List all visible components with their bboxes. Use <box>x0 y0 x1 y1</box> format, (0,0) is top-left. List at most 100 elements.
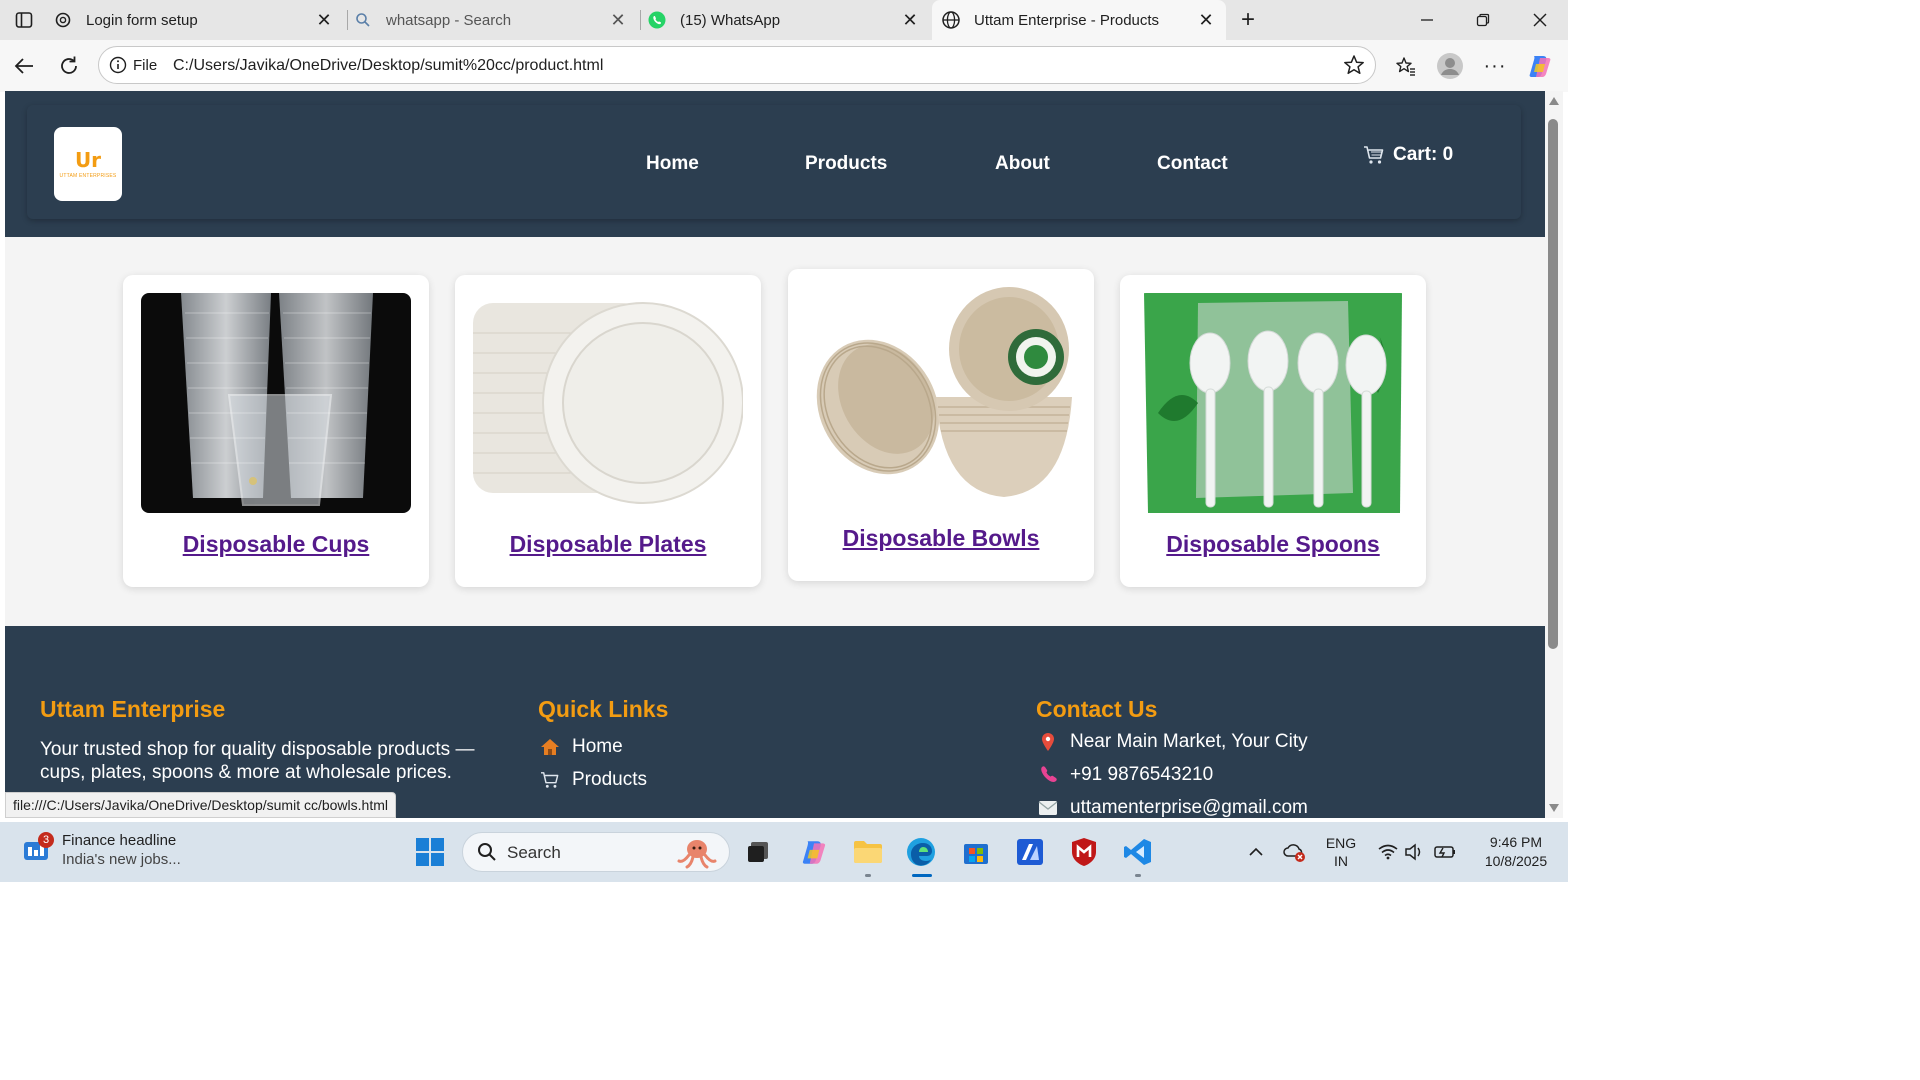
close-tab-icon[interactable]: ✕ <box>900 10 920 30</box>
news-widget[interactable]: 3 Finance headline India's new jobs... <box>22 832 181 868</box>
language-code: ENG <box>1325 835 1357 851</box>
header-inner <box>27 105 1521 219</box>
house-icon <box>540 737 560 757</box>
footer-address: Near Main Market, Your City <box>1038 731 1308 753</box>
footer-email-text: uttamenterprise@gmail.com <box>1070 797 1308 818</box>
onedrive-status-icon[interactable] <box>1278 836 1310 868</box>
footer-link-label: Products <box>572 769 647 790</box>
nav-about-link[interactable]: About <box>995 153 1050 175</box>
chatgpt-icon <box>52 9 74 31</box>
product-card-cups[interactable]: Disposable Cups <box>123 275 429 587</box>
favorite-star-icon[interactable] <box>1343 54 1365 76</box>
nav-contact-link[interactable]: Contact <box>1157 153 1228 175</box>
footer-about-line: cups, plates, spoons & more at wholesale… <box>40 762 452 783</box>
cart-button[interactable]: Cart: 0 <box>1363 144 1453 166</box>
map-pin-icon <box>1038 732 1058 752</box>
scroll-down-arrow-icon[interactable] <box>1549 804 1559 812</box>
task-view-icon[interactable] <box>742 836 774 868</box>
vs-code-icon[interactable] <box>1122 836 1154 868</box>
close-window-icon[interactable] <box>1526 6 1554 34</box>
product-link-cups[interactable]: Disposable Cups <box>123 531 429 558</box>
mcafee-icon[interactable] <box>1068 836 1100 868</box>
shopping-cart-icon <box>540 770 560 790</box>
edge-browser-icon[interactable] <box>905 836 937 868</box>
azure-data-studio-icon[interactable] <box>1014 836 1046 868</box>
restore-icon[interactable] <box>1469 6 1497 34</box>
product-link-bowls[interactable]: Disposable Bowls <box>788 525 1094 552</box>
octopus-search-highlight-icon <box>675 837 719 874</box>
search-icon <box>477 842 497 862</box>
address-url[interactable]: C:/Users/Javika/OneDrive/Desktop/sumit%2… <box>173 57 603 75</box>
footer-link-products[interactable]: Products <box>540 769 647 791</box>
tab-actions-icon[interactable] <box>10 6 38 34</box>
tab-uttam-enterprise-products[interactable]: Uttam Enterprise - Products ✕ <box>932 0 1226 40</box>
scroll-up-arrow-icon[interactable] <box>1549 97 1559 105</box>
file-explorer-icon[interactable] <box>852 836 884 868</box>
site-info-icon[interactable] <box>109 56 127 74</box>
product-card-plates[interactable]: Disposable Plates <box>455 275 761 587</box>
tab-title: (15) WhatsApp <box>680 11 781 29</box>
windows-taskbar: 3 Finance headline India's new jobs... S… <box>0 822 1568 882</box>
site-logo[interactable]: Ur UTTAM ENTERPRISES <box>54 127 122 201</box>
profile-avatar-icon[interactable] <box>1436 52 1464 80</box>
address-bar[interactable]: File C:/Users/Javika/OneDrive/Desktop/su… <box>98 46 1376 84</box>
address-scheme-label: File <box>133 57 158 74</box>
scroll-thumb[interactable] <box>1548 119 1558 649</box>
clock[interactable]: 9:46 PM 10/8/2025 <box>1470 834 1562 869</box>
battery-icon[interactable] <box>1430 836 1462 868</box>
clock-time: 9:46 PM <box>1489 834 1543 850</box>
language-indicator[interactable]: ENG IN <box>1322 835 1360 869</box>
nav-home-link[interactable]: Home <box>646 153 699 175</box>
copilot-app-icon[interactable] <box>798 836 830 868</box>
new-tab-icon[interactable]: + <box>1234 6 1262 34</box>
back-icon[interactable] <box>10 52 38 80</box>
browser-toolbar: File C:/Users/Javika/OneDrive/Desktop/su… <box>0 40 1568 92</box>
disposable-cups-photo[interactable] <box>141 293 411 513</box>
tab-title: Login form setup <box>86 11 198 29</box>
minimize-icon[interactable] <box>1413 6 1441 34</box>
disposable-bowls-photo[interactable] <box>806 287 1076 507</box>
close-tab-icon[interactable]: ✕ <box>314 10 334 30</box>
volume-icon[interactable] <box>1398 836 1430 868</box>
favorites-icon[interactable] <box>1392 52 1420 80</box>
copilot-icon[interactable] <box>1526 52 1554 80</box>
disposable-spoons-photo[interactable] <box>1138 293 1408 513</box>
start-windows-icon[interactable] <box>414 836 446 868</box>
tab-divider <box>347 10 348 30</box>
taskbar-search[interactable]: Search <box>462 832 730 872</box>
tab-login-form-setup[interactable]: Login form setup ✕ <box>52 0 344 40</box>
clock-date: 10/8/2025 <box>1484 853 1548 869</box>
page-scrollbar[interactable] <box>1545 91 1563 818</box>
footer-email[interactable]: uttamenterprise@gmail.com <box>1038 797 1308 818</box>
taskbar-search-label: Search <box>507 843 561 862</box>
nav-products-link[interactable]: Products <box>805 153 887 175</box>
whatsapp-icon <box>646 9 668 31</box>
product-link-plates[interactable]: Disposable Plates <box>455 531 761 558</box>
tab-divider <box>640 10 641 30</box>
footer-phone: +91 9876543210 <box>1038 764 1213 786</box>
more-options-icon[interactable]: ··· <box>1481 52 1509 80</box>
tab-whatsapp-search[interactable]: whatsapp - Search ✕ <box>352 0 638 40</box>
product-link-spoons[interactable]: Disposable Spoons <box>1120 531 1426 558</box>
footer-link-home[interactable]: Home <box>540 736 623 758</box>
close-tab-icon[interactable]: ✕ <box>1196 10 1216 30</box>
envelope-icon <box>1038 798 1058 818</box>
site-header: Ur UTTAM ENTERPRISES Home Products About… <box>5 91 1545 237</box>
phone-icon <box>1038 765 1058 785</box>
disposable-plates-photo[interactable] <box>473 293 743 513</box>
product-card-bowls[interactable]: Disposable Bowls <box>788 269 1094 581</box>
news-widget-text: Finance headline India's new jobs... <box>62 832 181 868</box>
news-widget-icon: 3 <box>22 832 54 864</box>
show-hidden-icons-chevron-icon[interactable] <box>1240 836 1272 868</box>
cart-label: Cart: 0 <box>1393 144 1454 165</box>
news-subtitle: India's new jobs... <box>62 851 181 868</box>
region-code: IN <box>1334 853 1348 869</box>
product-card-spoons[interactable]: Disposable Spoons <box>1120 275 1426 587</box>
tab-whatsapp[interactable]: (15) WhatsApp ✕ <box>646 0 930 40</box>
footer-about-text: Your trusted shop for quality disposable… <box>40 738 474 784</box>
footer-phone-text: +91 9876543210 <box>1070 764 1214 785</box>
close-tab-icon[interactable]: ✕ <box>608 10 628 30</box>
microsoft-store-icon[interactable] <box>960 836 992 868</box>
news-title: Finance headline <box>62 832 177 849</box>
refresh-icon[interactable] <box>55 52 83 80</box>
